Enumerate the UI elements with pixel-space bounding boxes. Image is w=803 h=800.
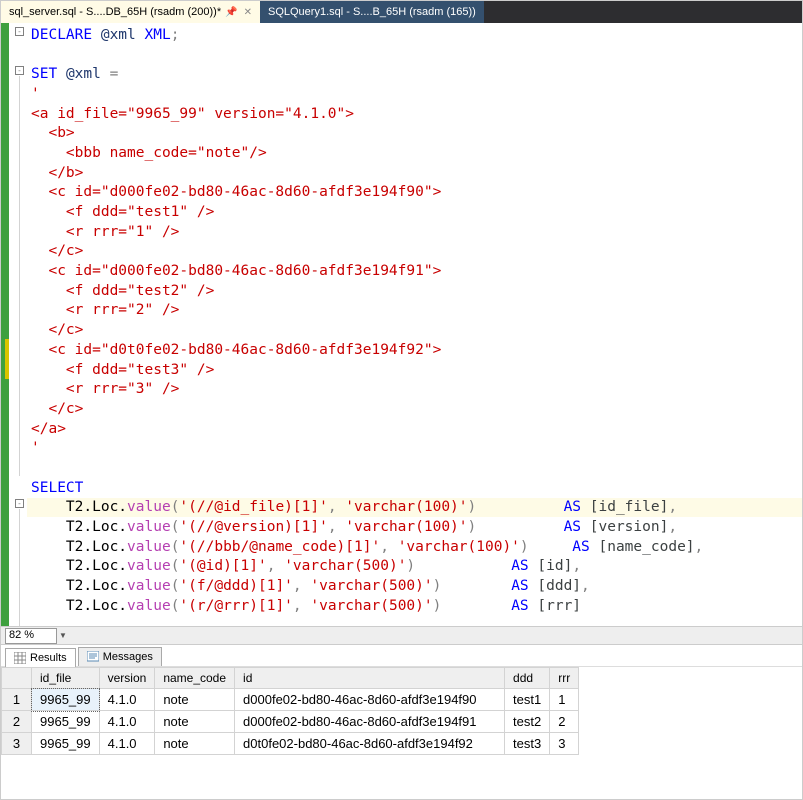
corner-cell[interactable] <box>2 668 32 689</box>
row-number[interactable]: 2 <box>2 711 32 733</box>
row-number[interactable]: 3 <box>2 733 32 755</box>
cell[interactable]: 9965_99 <box>32 689 100 711</box>
pin-icon[interactable]: 📌 <box>225 7 237 18</box>
cell[interactable]: note <box>155 689 235 711</box>
col-header[interactable]: rrr <box>550 668 579 689</box>
fold-icon[interactable]: - <box>15 27 24 36</box>
cell[interactable]: 2 <box>550 711 579 733</box>
cell[interactable]: d000fe02-bd80-46ac-8d60-afdf3e194f90 <box>235 689 505 711</box>
cell[interactable]: 4.1.0 <box>99 689 155 711</box>
zoom-bar: 82 % ▼ <box>1 626 802 644</box>
col-header[interactable]: version <box>99 668 155 689</box>
cell[interactable]: d000fe02-bd80-46ac-8d60-afdf3e194f91 <box>235 711 505 733</box>
code-editor[interactable]: - - - DECLARE @xml XML; SET @xml = ' <a … <box>1 23 802 626</box>
cell[interactable]: test2 <box>505 711 550 733</box>
col-header[interactable]: id_file <box>32 668 100 689</box>
cell[interactable]: 9965_99 <box>32 711 100 733</box>
tab-label: SQLQuery1.sql - S....B_65H (rsadm (165)) <box>268 6 476 18</box>
chevron-down-icon[interactable]: ▼ <box>59 631 67 640</box>
results-tab-bar: Results Messages <box>1 645 802 667</box>
row-number[interactable]: 1 <box>2 689 32 711</box>
col-header[interactable]: ddd <box>505 668 550 689</box>
table-header-row: id_file version name_code id ddd rrr <box>2 668 579 689</box>
cell[interactable]: test3 <box>505 733 550 755</box>
results-grid[interactable]: id_file version name_code id ddd rrr 1 9… <box>1 667 802 799</box>
fold-icon[interactable]: - <box>15 66 24 75</box>
keyword-declare: DECLARE <box>31 27 92 43</box>
editor-tab-bar: sql_server.sql - S....DB_65H (rsadm (200… <box>1 1 802 23</box>
fold-icon[interactable]: - <box>15 499 24 508</box>
zoom-select[interactable]: 82 % <box>5 628 57 644</box>
table-row[interactable]: 3 9965_99 4.1.0 note d0t0fe02-bd80-46ac-… <box>2 733 579 755</box>
tab-messages[interactable]: Messages <box>78 647 162 666</box>
cell[interactable]: 1 <box>550 689 579 711</box>
tab-label: Messages <box>103 651 153 663</box>
keyword-set: SET <box>31 66 57 82</box>
cell[interactable]: 4.1.0 <box>99 711 155 733</box>
cell[interactable]: test1 <box>505 689 550 711</box>
close-icon[interactable]: ✕ <box>244 7 252 18</box>
cell[interactable]: note <box>155 733 235 755</box>
tab-sql-server[interactable]: sql_server.sql - S....DB_65H (rsadm (200… <box>1 1 260 23</box>
results-pane: Results Messages id_file version name_co… <box>1 644 802 799</box>
cell[interactable]: d0t0fe02-bd80-46ac-8d60-afdf3e194f92 <box>235 733 505 755</box>
messages-icon <box>87 651 99 663</box>
table-row[interactable]: 2 9965_99 4.1.0 note d000fe02-bd80-46ac-… <box>2 711 579 733</box>
zoom-value: 82 % <box>9 629 34 641</box>
cell[interactable]: note <box>155 711 235 733</box>
col-header[interactable]: id <box>235 668 505 689</box>
cell[interactable]: 3 <box>550 733 579 755</box>
tab-label: Results <box>30 652 67 664</box>
tab-results[interactable]: Results <box>5 648 76 667</box>
grid-icon <box>14 652 26 664</box>
tab-label: sql_server.sql - S....DB_65H (rsadm (200… <box>9 6 221 18</box>
tab-sqlquery1[interactable]: SQLQuery1.sql - S....B_65H (rsadm (165)) <box>260 1 484 23</box>
col-header[interactable]: name_code <box>155 668 235 689</box>
cell[interactable]: 9965_99 <box>32 733 100 755</box>
editor-gutter: - - - <box>1 23 27 626</box>
cell[interactable]: 4.1.0 <box>99 733 155 755</box>
table-row[interactable]: 1 9965_99 4.1.0 note d000fe02-bd80-46ac-… <box>2 689 579 711</box>
keyword-select: SELECT <box>31 480 83 496</box>
